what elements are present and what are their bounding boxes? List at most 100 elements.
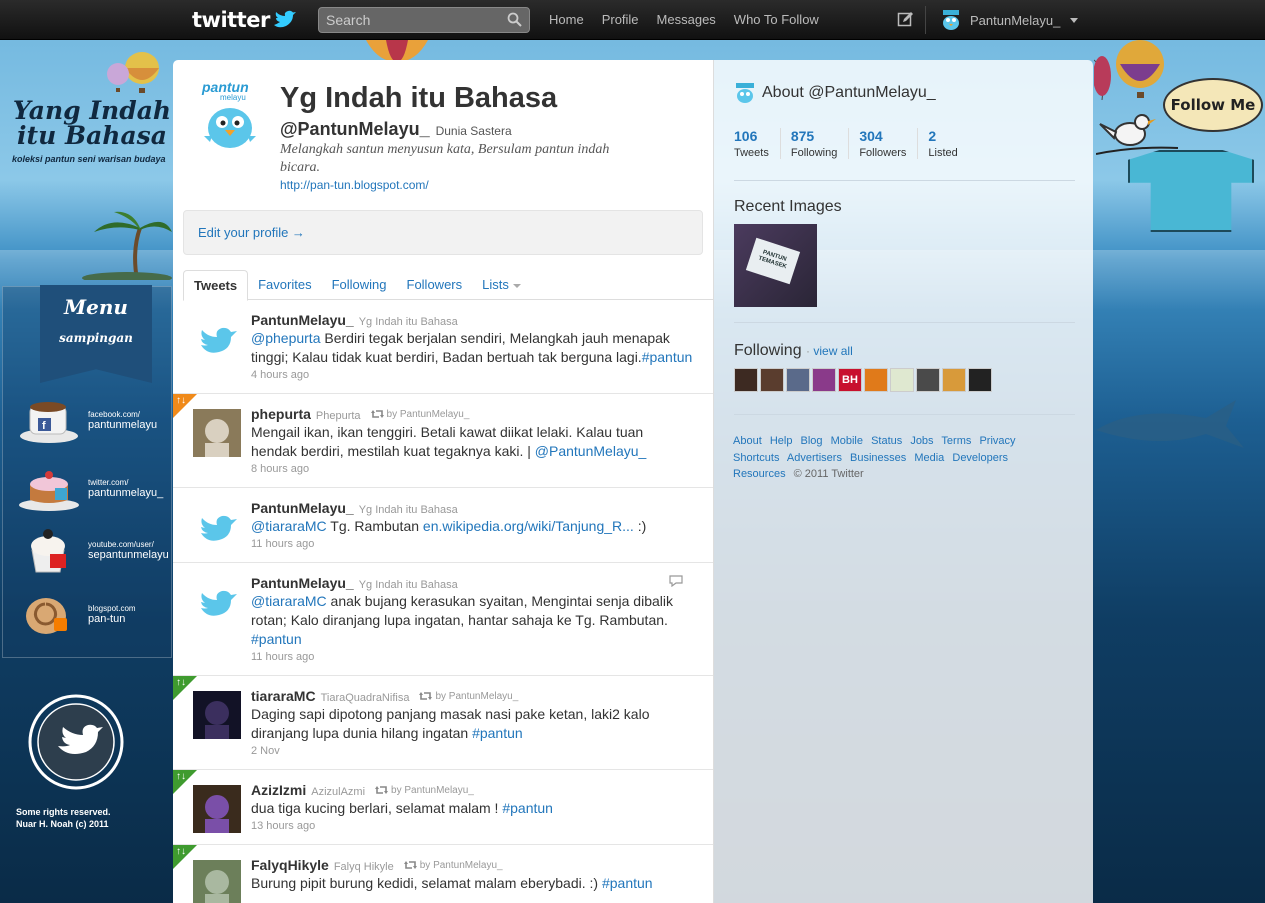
- tweet-username[interactable]: PantunMelayu_: [251, 312, 354, 328]
- following-avatar[interactable]: [760, 368, 784, 392]
- tweet-link[interactable]: @phepurta: [251, 330, 320, 346]
- profile-url[interactable]: http://pan-tun.blogspot.com/: [280, 178, 429, 192]
- tweet[interactable]: PantunMelayu_ Yg Indah itu Bahasa @phepurt…: [173, 300, 713, 394]
- follow-me-bubble[interactable]: Follow Me: [1163, 78, 1263, 132]
- tweet-link[interactable]: en.wikipedia.org/wiki/Tanjung_R...: [423, 518, 634, 534]
- tweet-timestamp[interactable]: 11 hours ago: [251, 538, 693, 550]
- tweet-username[interactable]: AzizIzmi: [251, 782, 306, 798]
- footer-link[interactable]: Businesses: [850, 452, 906, 464]
- tweet-timestamp[interactable]: 13 hours ago: [251, 820, 693, 832]
- tab-lists[interactable]: Lists: [472, 270, 531, 300]
- nav-home[interactable]: Home: [540, 0, 593, 40]
- nav-who-to-follow[interactable]: Who To Follow: [725, 0, 828, 40]
- twitter-logo[interactable]: twitter: [192, 7, 297, 33]
- tab-tweets[interactable]: Tweets: [183, 270, 249, 301]
- tweet-username[interactable]: PantunMelayu_: [251, 575, 354, 591]
- tweet-username[interactable]: PantunMelayu_: [251, 500, 354, 516]
- profile-avatar[interactable]: pantun melayu: [200, 80, 260, 152]
- footer-link[interactable]: Developers: [952, 452, 1008, 464]
- search-input[interactable]: [319, 8, 504, 32]
- footer-link[interactable]: Shortcuts: [733, 452, 779, 464]
- nav-profile[interactable]: Profile: [593, 0, 648, 40]
- tweet-list: PantunMelayu_ Yg Indah itu Bahasa @phepurt…: [173, 300, 713, 903]
- tweet-link[interactable]: #pantun: [472, 725, 523, 741]
- edit-profile-link[interactable]: Edit your profile →: [198, 225, 305, 240]
- following-avatar[interactable]: [916, 368, 940, 392]
- tweet[interactable]: ↑↓ phepurta Phepurta by PantunMelayu_ Mengai…: [173, 394, 713, 488]
- palm-tree-icon: [82, 211, 172, 280]
- tweet-link[interactable]: #pantun: [251, 631, 302, 647]
- tweet-username[interactable]: tiararaMC: [251, 688, 316, 704]
- footer-link[interactable]: Resources: [733, 468, 786, 480]
- tweet-avatar[interactable]: [193, 503, 241, 551]
- tweet-link[interactable]: @tiararaMC: [251, 593, 327, 609]
- reply-icon[interactable]: [669, 575, 683, 587]
- tab-following[interactable]: Following: [322, 270, 397, 300]
- search-icon[interactable]: [507, 12, 522, 27]
- following-avatar[interactable]: [786, 368, 810, 392]
- copyright: © 2011 Twitter: [793, 468, 864, 480]
- tweet-link[interactable]: #pantun: [642, 349, 693, 365]
- footer-link[interactable]: Media: [914, 452, 944, 464]
- following-avatar[interactable]: [968, 368, 992, 392]
- footer-link[interactable]: About: [733, 435, 762, 447]
- tweet-body: PantunMelayu_ Yg Indah itu Bahasa @phepurt…: [251, 300, 713, 393]
- footer-link[interactable]: Jobs: [910, 435, 933, 447]
- profile-handle-row: @PantunMelayu_ Dunia Sastera: [280, 119, 512, 140]
- tweet-avatar[interactable]: [193, 860, 241, 903]
- tweet-username[interactable]: phepurta: [251, 406, 311, 422]
- footer-link[interactable]: Blog: [801, 435, 823, 447]
- tweet-link[interactable]: #pantun: [502, 800, 553, 816]
- recent-image-thumbnail[interactable]: PANTUN TEMASEK: [734, 224, 817, 307]
- tab-followers[interactable]: Followers: [397, 270, 473, 300]
- stat-followers[interactable]: 304 Followers: [859, 128, 919, 159]
- tab-favorites[interactable]: Favorites: [248, 270, 321, 300]
- tweet-avatar[interactable]: [193, 578, 241, 626]
- footer-link[interactable]: Help: [770, 435, 793, 447]
- footer-link[interactable]: Mobile: [831, 435, 863, 447]
- tweet-timestamp[interactable]: 2 Nov: [251, 745, 693, 757]
- footer-link[interactable]: Terms: [941, 435, 971, 447]
- social-link-blogspot[interactable]: blogspot.com pan-tun: [18, 590, 178, 638]
- view-all-following-link[interactable]: view all: [813, 344, 852, 358]
- tweet-timestamp[interactable]: 8 hours ago: [251, 463, 693, 475]
- tweet-avatar[interactable]: [193, 785, 241, 833]
- following-avatar[interactable]: [890, 368, 914, 392]
- tweet-link[interactable]: @tiararaMC: [251, 518, 327, 534]
- social-link-youtube[interactable]: youtube.com/user/ sepantunmelayu: [18, 526, 178, 574]
- stat-following[interactable]: 875 Following: [791, 128, 850, 159]
- social-link-twitter[interactable]: twitter.com/ pantunmelayu_: [18, 464, 178, 512]
- nav-messages[interactable]: Messages: [648, 0, 725, 40]
- tweet[interactable]: ↑↓ tiararaMC TiaraQuadraNifisa by PantunMel…: [173, 676, 713, 770]
- tweet-link[interactable]: @PantunMelayu_: [535, 443, 647, 459]
- footer-link[interactable]: Status: [871, 435, 902, 447]
- tweet-username[interactable]: FalyqHikyle: [251, 857, 329, 873]
- following-avatar[interactable]: [812, 368, 836, 392]
- tweet-avatar[interactable]: [193, 409, 241, 457]
- account-menu[interactable]: PantunMelayu_: [940, 0, 1079, 40]
- footer-link[interactable]: Advertisers: [787, 452, 842, 464]
- tweet[interactable]: ↑↓ AzizIzmi AzizulAzmi by PantunMelayu_ dua …: [173, 770, 713, 845]
- following-avatar[interactable]: [734, 368, 758, 392]
- tweet-timestamp[interactable]: 11 hours ago: [251, 651, 693, 663]
- tweet-link[interactable]: #pantun: [602, 875, 653, 891]
- tweet-avatar[interactable]: [193, 315, 241, 363]
- facebook-cup-icon: f: [20, 402, 78, 443]
- tweet[interactable]: ↑↓ FalyqHikyle Falyq Hikyle by PantunMelayu…: [173, 845, 713, 903]
- social-link-facebook[interactable]: f facebook.com/ pantunmelayu: [18, 396, 178, 444]
- tweet-body: tiararaMC TiaraQuadraNifisa by PantunMelay…: [251, 676, 713, 769]
- tweet[interactable]: PantunMelayu_ Yg Indah itu Bahasa @tiarara…: [173, 563, 713, 676]
- tweet-timestamp[interactable]: 4 hours ago: [251, 369, 693, 381]
- following-avatar[interactable]: [864, 368, 888, 392]
- tweet-text: @tiararaMC anak bujang kerasukan syaitan…: [251, 592, 693, 649]
- following-avatar[interactable]: BH: [838, 368, 862, 392]
- following-avatar[interactable]: [942, 368, 966, 392]
- footer-link[interactable]: Privacy: [979, 435, 1015, 447]
- tweet[interactable]: PantunMelayu_ Yg Indah itu Bahasa @tiarara…: [173, 488, 713, 563]
- tweet-avatar[interactable]: [193, 691, 241, 739]
- compose-icon[interactable]: [897, 11, 914, 28]
- search-box[interactable]: [318, 7, 530, 33]
- stat-tweets[interactable]: 106 Tweets: [734, 128, 781, 159]
- stat-listed[interactable]: 2 Listed: [928, 128, 968, 159]
- follow-me-on-twitter-seal-icon[interactable]: [28, 694, 124, 790]
